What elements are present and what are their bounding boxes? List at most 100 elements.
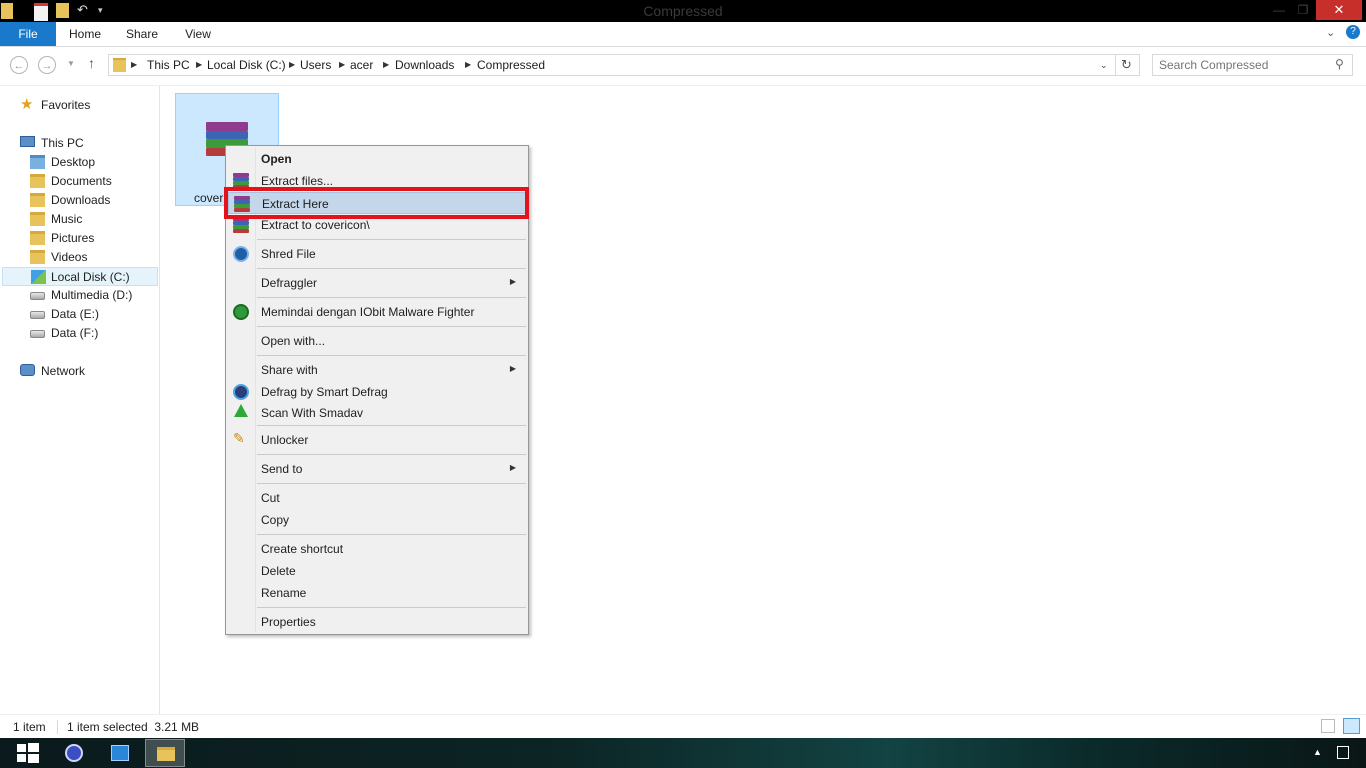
minimize-button[interactable]: — xyxy=(1268,0,1290,20)
item-count: 1 item xyxy=(13,720,46,734)
submenu-arrow-icon: ▶ xyxy=(509,364,516,373)
menu-item-unlocker[interactable]: ✎ Unlocker xyxy=(228,429,526,451)
show-hidden-icons-icon[interactable]: ▲ xyxy=(1313,747,1322,757)
menu-item-smart-defrag[interactable]: Defrag by Smart Defrag xyxy=(228,381,526,403)
breadcrumb-separator-icon[interactable]: ▶ xyxy=(339,60,345,69)
large-icons-view-icon[interactable] xyxy=(1343,718,1360,734)
breadcrumb-this-pc[interactable]: This PC xyxy=(147,58,190,72)
menu-item-send-to[interactable]: Send to ▶ xyxy=(228,458,526,480)
taskbar-browser-icon[interactable] xyxy=(54,739,94,767)
nav-pictures[interactable]: Pictures xyxy=(30,229,150,248)
system-drive-icon xyxy=(31,270,46,284)
menu-item-smadav-scan[interactable]: Scan With Smadav xyxy=(228,402,526,424)
menu-item-defraggler[interactable]: Defraggler ▶ xyxy=(228,272,526,294)
up-button[interactable]: ↑ xyxy=(88,55,95,71)
close-button[interactable]: ✕ xyxy=(1316,0,1362,20)
maximize-button[interactable]: ❐ xyxy=(1292,0,1314,20)
search-box[interactable]: ⚲ xyxy=(1152,54,1353,76)
breadcrumb-separator-icon[interactable]: ▶ xyxy=(383,60,389,69)
refresh-icon[interactable]: ↻ xyxy=(1121,57,1132,73)
nav-data-e[interactable]: Data (E:) xyxy=(30,305,150,324)
downloads-folder-icon xyxy=(30,193,45,207)
computer-icon xyxy=(20,136,35,147)
pictures-folder-icon xyxy=(30,231,45,245)
taskbar-app-icon[interactable] xyxy=(100,739,140,767)
breadcrumb-separator-icon[interactable]: ▶ xyxy=(196,60,202,69)
breadcrumb-users[interactable]: Users xyxy=(300,58,331,72)
menu-item-create-shortcut[interactable]: Create shortcut xyxy=(228,538,526,560)
breadcrumb-separator-icon[interactable]: ▶ xyxy=(465,60,471,69)
menu-separator xyxy=(257,326,526,327)
menu-separator xyxy=(257,534,526,535)
tab-share[interactable]: Share xyxy=(114,22,170,46)
nav-videos[interactable]: Videos xyxy=(30,248,150,267)
submenu-arrow-icon: ▶ xyxy=(509,277,516,286)
menu-item-shred-file[interactable]: Shred File xyxy=(228,243,526,265)
ribbon: File Home Share View ⌄ ? xyxy=(0,22,1366,47)
highlight-box xyxy=(224,187,529,219)
menu-item-cut[interactable]: Cut xyxy=(228,487,526,509)
network-icon xyxy=(20,364,35,376)
submenu-arrow-icon: ▶ xyxy=(509,463,516,472)
window-title: Compressed xyxy=(643,3,723,19)
menu-item-copy[interactable]: Copy xyxy=(228,509,526,531)
address-divider xyxy=(1115,55,1116,75)
tab-home[interactable]: Home xyxy=(56,22,114,46)
expand-ribbon-icon[interactable]: ⌄ xyxy=(1326,26,1335,39)
address-bar[interactable]: ▶ This PC ▶ Local Disk (C:) ▶ Users ▶ ac… xyxy=(108,54,1140,76)
menu-separator xyxy=(257,297,526,298)
menu-item-iobit-scan[interactable]: Memindai dengan IObit Malware Fighter xyxy=(228,301,526,323)
forward-button[interactable]: → xyxy=(38,56,56,74)
file-label: coveri xyxy=(194,191,227,205)
menu-item-properties[interactable]: Properties xyxy=(228,611,526,633)
tab-view[interactable]: View xyxy=(170,22,226,46)
nav-downloads[interactable]: Downloads xyxy=(30,191,150,210)
nav-network[interactable]: Network xyxy=(20,362,150,381)
selection-info: 1 item selected 3.21 MB xyxy=(67,720,200,734)
battery-icon[interactable] xyxy=(1337,746,1349,759)
documents-folder-icon xyxy=(30,174,45,188)
nav-multimedia-d[interactable]: Multimedia (D:) xyxy=(30,286,150,305)
nav-favorites[interactable]: ★ Favorites xyxy=(20,96,150,115)
breadcrumb-separator-icon[interactable]: ▶ xyxy=(289,60,295,69)
desktop-icon xyxy=(30,155,45,169)
menu-item-rename[interactable]: Rename xyxy=(228,582,526,604)
menu-item-open-with[interactable]: Open with... xyxy=(228,330,526,352)
breadcrumb-acer[interactable]: acer xyxy=(350,58,373,72)
menu-separator xyxy=(257,239,526,240)
drive-icon xyxy=(30,330,45,338)
address-row: ← → ▼ ↑ ▶ This PC ▶ Local Disk (C:) ▶ Us… xyxy=(0,47,1366,86)
nav-desktop[interactable]: Desktop xyxy=(30,153,150,172)
address-dropdown-icon[interactable]: ⌄ xyxy=(1100,60,1108,71)
breadcrumb-compressed[interactable]: Compressed xyxy=(477,58,545,72)
start-button[interactable] xyxy=(12,739,52,767)
nav-data-f[interactable]: Data (F:) xyxy=(30,324,150,343)
menu-separator xyxy=(257,607,526,608)
details-view-icon[interactable] xyxy=(1321,719,1335,733)
menu-separator xyxy=(257,454,526,455)
menu-separator xyxy=(257,483,526,484)
search-icon[interactable]: ⚲ xyxy=(1335,57,1344,71)
folder-icon xyxy=(113,58,126,72)
nav-local-disk-c[interactable]: Local Disk (C:) xyxy=(2,267,158,286)
music-folder-icon xyxy=(30,212,45,226)
star-icon: ★ xyxy=(20,96,34,113)
recent-locations-icon[interactable]: ▼ xyxy=(67,59,75,68)
videos-folder-icon xyxy=(30,250,45,264)
breadcrumb-separator-icon[interactable]: ▶ xyxy=(131,60,137,69)
breadcrumb-downloads[interactable]: Downloads xyxy=(395,58,454,72)
menu-item-delete[interactable]: Delete xyxy=(228,560,526,582)
menu-item-open[interactable]: Open xyxy=(228,148,526,170)
menu-item-share-with[interactable]: Share with ▶ xyxy=(228,359,526,381)
status-bar: 1 item 1 item selected 3.21 MB xyxy=(0,714,1366,739)
taskbar-file-explorer-icon[interactable] xyxy=(145,739,185,767)
nav-music[interactable]: Music xyxy=(30,210,150,229)
help-icon[interactable]: ? xyxy=(1346,25,1360,39)
navigation-pane: ★ Favorites This PC Desktop Documents Do… xyxy=(0,86,160,714)
tab-file[interactable]: File xyxy=(0,22,56,46)
breadcrumb-local-disk[interactable]: Local Disk (C:) xyxy=(207,58,286,72)
nav-this-pc[interactable]: This PC xyxy=(20,134,150,153)
nav-documents[interactable]: Documents xyxy=(30,172,150,191)
search-input[interactable] xyxy=(1159,57,1329,73)
back-button[interactable]: ← xyxy=(10,56,28,74)
